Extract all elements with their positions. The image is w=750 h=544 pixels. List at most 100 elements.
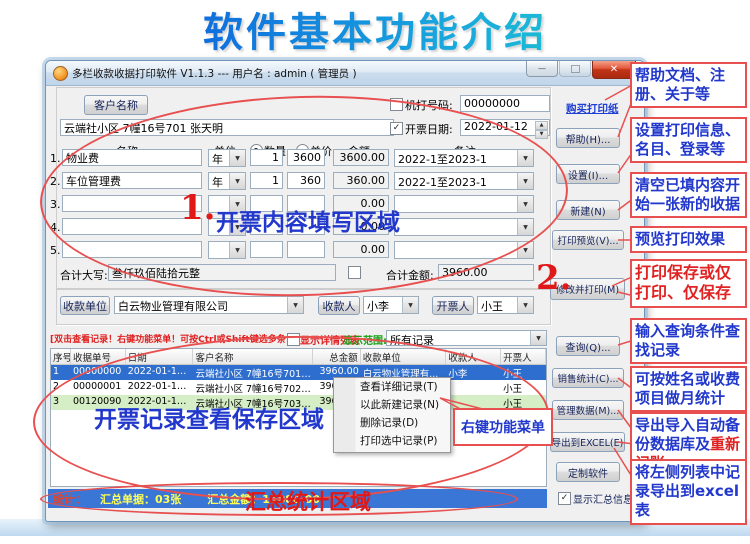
query-button[interactable]: 查询(Q)... (556, 336, 620, 356)
payee-button[interactable]: 收款人 (318, 296, 360, 315)
drawer-combo[interactable]: 小王 ▼ (477, 296, 534, 314)
detail-list-checkbox[interactable] (287, 333, 300, 346)
payee-company-combo[interactable]: 白云物业管理有限公司 ▼ (114, 296, 304, 314)
col-header[interactable]: 序号 (51, 349, 71, 364)
menu-item-view-detail[interactable]: 查看详细记录(T) (334, 378, 450, 396)
records-table-header[interactable]: 序号 收据单号 日期 客户名称 总金额 收款单位 收款人 开票人 (51, 349, 546, 365)
dropdown-arrow-icon[interactable]: ▼ (402, 297, 418, 313)
maximize-icon (570, 64, 580, 73)
item-name-input[interactable] (62, 172, 202, 189)
machine-no-label: 机打号码: (405, 99, 453, 112)
col-header[interactable]: 开票人 (501, 349, 546, 364)
row-number: 4. (50, 221, 61, 234)
dropdown-arrow-icon[interactable]: ▼ (229, 150, 245, 166)
buy-paper-link[interactable]: 购买打印纸 (566, 101, 619, 116)
row-number: 5. (50, 244, 61, 257)
menu-item-print-selected[interactable]: 打印选中记录(P) (334, 432, 450, 450)
total-amount-label: 合计金额: (386, 269, 434, 282)
spin-down-icon[interactable]: ▼ (535, 130, 548, 139)
item-name-input[interactable] (62, 241, 202, 258)
amount-field (333, 172, 389, 189)
qty-input[interactable] (250, 172, 283, 189)
invoice-date-input[interactable]: 2022-01-12 ▲ ▼ (460, 119, 550, 139)
invoice-area-annotation: 开票内容填写区域 (216, 210, 400, 236)
check-icon: ✓ (392, 123, 401, 133)
window-controls: — ✕ (525, 61, 636, 79)
col-header[interactable]: 客户名称 (193, 349, 313, 364)
remark-combo[interactable]: ▼ (394, 218, 534, 236)
minimize-button[interactable]: — (526, 61, 558, 77)
remark-combo[interactable]: ▼ (394, 241, 534, 259)
show-summary-label: 显示汇总信息 (573, 495, 633, 506)
qty-input[interactable] (250, 149, 283, 166)
dropdown-arrow-icon[interactable]: ▼ (517, 173, 533, 189)
col-header[interactable]: 收款单位 (361, 349, 447, 364)
col-header[interactable]: 日期 (126, 349, 194, 364)
dropdown-arrow-icon[interactable]: ▼ (229, 242, 245, 258)
customer-input[interactable] (60, 119, 394, 136)
doc-count: 汇总单据：03张 (100, 492, 182, 506)
menu-item-new-from-this[interactable]: 以此新建记录(N) (334, 396, 450, 414)
sales-stats-button[interactable]: 销售统计(C)... (552, 368, 624, 388)
settings-button[interactable]: 设置(I)... (556, 164, 620, 184)
callout-stats: 可按姓名或收费项目做月统计 (630, 366, 747, 413)
new-button[interactable]: 新建(N) (556, 200, 620, 220)
remark-combo[interactable]: ▼ (394, 195, 534, 213)
slide: 软件基本功能介绍 多栏收款收据打印软件 V1.1.3 --- 用户名 : adm… (0, 0, 750, 544)
dropdown-arrow-icon[interactable]: ▼ (517, 196, 533, 212)
qty-input[interactable] (250, 241, 283, 258)
show-summary-checkbox[interactable]: ✓ (558, 492, 571, 505)
payee-company-button[interactable]: 收款单位 (60, 296, 110, 315)
app-icon (53, 66, 68, 81)
records-area-annotation: 开票记录查看保存区域 (94, 407, 324, 433)
window-title: 多栏收款收据打印软件 V1.1.3 --- 用户名 : admin ( 管理员 … (72, 68, 357, 80)
print-preview-button[interactable]: 打印预览(V)... (552, 230, 624, 250)
callout-query: 输入查询条件查找记录 (630, 318, 747, 365)
custom-software-button[interactable]: 定制软件 (556, 462, 620, 482)
payee-combo[interactable]: 小李 ▼ (363, 296, 419, 314)
col-header[interactable]: 收款人 (446, 349, 502, 364)
invoice-date-checkbox[interactable]: ✓ (390, 122, 403, 135)
totals-checkbox[interactable] (348, 266, 361, 279)
annotation-number-2: 2. (536, 258, 572, 298)
dropdown-arrow-icon[interactable]: ▼ (517, 219, 533, 235)
export-excel-button[interactable]: 导出到EXCEL(E) (550, 432, 625, 452)
stats-label: 统计： (53, 492, 86, 506)
dropdown-arrow-icon[interactable]: ▼ (530, 331, 546, 345)
unit-combo[interactable]: 年 ▼ (208, 149, 246, 167)
date-spinner[interactable]: ▲ ▼ (535, 121, 548, 139)
price-input[interactable] (287, 172, 325, 189)
dropdown-arrow-icon[interactable]: ▼ (229, 173, 245, 189)
dropdown-arrow-icon[interactable]: ▼ (517, 297, 533, 313)
table-row[interactable]: 2 00000001 2022-01-12... 云端社小区 7幢16号702 … (51, 380, 546, 395)
dropdown-arrow-icon[interactable]: ▼ (517, 150, 533, 166)
spin-up-icon[interactable]: ▲ (535, 121, 548, 130)
customer-name-button[interactable]: 客户名称 (84, 95, 148, 115)
price-input[interactable] (287, 149, 325, 166)
table-row[interactable]: 1 00000000 2022-01-12... 云端社小区 7幢16号701 … (51, 365, 546, 380)
manage-data-button[interactable]: 管理数据(M)... (552, 400, 624, 420)
col-header[interactable]: 总金额 (313, 349, 361, 364)
machine-no-input[interactable] (460, 95, 550, 112)
callout-print-save: 打印保存或仅打印、仅保存 (630, 259, 747, 308)
col-header[interactable]: 收据单号 (71, 349, 126, 364)
help-button[interactable]: 帮助(H)... (556, 128, 620, 148)
annotation-number-1: 1. (180, 188, 216, 228)
dropdown-arrow-icon[interactable]: ▼ (287, 297, 303, 313)
window-titlebar[interactable]: 多栏收款收据打印软件 V1.1.3 --- 用户名 : admin ( 管理员 … (46, 61, 644, 86)
maximize-button[interactable] (559, 61, 591, 77)
remark-combo[interactable]: 2022-1至2023-1 ▼ (394, 172, 534, 190)
close-icon: ✕ (609, 64, 619, 75)
scope-combo[interactable]: 所有记录 ▼ (386, 330, 547, 346)
total-words-label: 合计大写: (60, 269, 108, 282)
drawer-button[interactable]: 开票人 (432, 296, 474, 315)
price-input[interactable] (287, 241, 325, 258)
unit-combo[interactable]: ▼ (208, 241, 246, 259)
dropdown-arrow-icon[interactable]: ▼ (517, 242, 533, 258)
machine-no-checkbox[interactable] (390, 98, 403, 111)
item-name-input[interactable] (62, 149, 202, 166)
invoice-date-label: 开票日期: (405, 123, 453, 136)
menu-item-delete[interactable]: 删除记录(D) (334, 414, 450, 432)
remark-combo[interactable]: 2022-1至2023-1 ▼ (394, 149, 534, 167)
callout-export: 将左侧列表中记录导出到excel表 (630, 459, 747, 525)
